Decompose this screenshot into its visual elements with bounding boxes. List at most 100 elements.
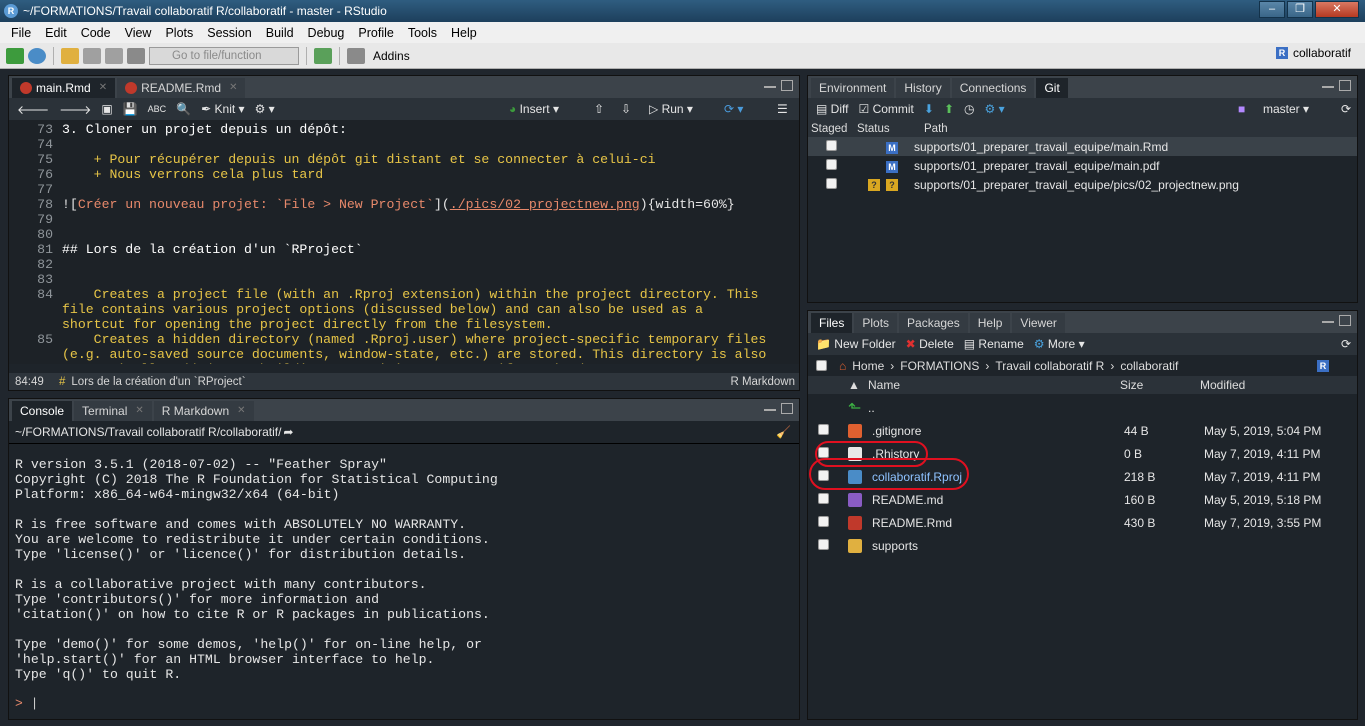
file-row[interactable]: .gitignore 44 B May 5, 2019, 5:04 PM bbox=[808, 419, 1357, 442]
close-button[interactable]: ✕ bbox=[1315, 1, 1359, 18]
more-gear-icon[interactable]: ⚙ ▾ bbox=[985, 102, 1005, 116]
maximize-pane-icon[interactable] bbox=[1339, 80, 1351, 91]
file-checkbox[interactable] bbox=[818, 515, 829, 527]
menu-build[interactable]: Build bbox=[259, 26, 301, 40]
maximize-button[interactable]: ❐ bbox=[1287, 1, 1313, 18]
new-folder-button[interactable]: 📁 New Folder bbox=[816, 337, 896, 351]
rerun-icon[interactable]: ⟳ ▾ bbox=[724, 102, 743, 116]
tab-main-rmd[interactable]: main.Rmd ✕ bbox=[12, 78, 116, 98]
tab-rmarkdown[interactable]: R Markdown ✕ bbox=[153, 401, 254, 421]
menu-debug[interactable]: Debug bbox=[301, 26, 352, 40]
tab-history[interactable]: History bbox=[896, 78, 950, 98]
save-icon[interactable]: 💾 bbox=[123, 102, 138, 116]
menu-tools[interactable]: Tools bbox=[401, 26, 444, 40]
menu-session[interactable]: Session bbox=[200, 26, 258, 40]
select-all-checkbox[interactable] bbox=[816, 360, 827, 371]
file-checkbox[interactable] bbox=[818, 538, 829, 550]
file-row[interactable]: README.md 160 B May 5, 2019, 5:18 PM bbox=[808, 488, 1357, 511]
outline-icon[interactable]: ☰ bbox=[777, 102, 788, 116]
tab-connections[interactable]: Connections bbox=[951, 78, 1035, 98]
maximize-pane-icon[interactable] bbox=[781, 80, 793, 91]
show-in-window-icon[interactable]: ▣ bbox=[101, 102, 112, 116]
addins-button[interactable]: Addins bbox=[373, 49, 410, 63]
branch-menu[interactable]: master ▾ bbox=[1263, 102, 1309, 116]
git-row[interactable]: M supports/01_preparer_travail_equipe/ma… bbox=[808, 137, 1357, 156]
tab-git[interactable]: Git bbox=[1036, 78, 1068, 98]
delete-button[interactable]: ✖ Delete bbox=[906, 337, 954, 351]
file-row[interactable]: supports bbox=[808, 534, 1357, 557]
rproj-icon[interactable]: R bbox=[1317, 359, 1329, 372]
minimize-pane-icon[interactable] bbox=[1322, 315, 1334, 323]
tab-viewer[interactable]: Viewer bbox=[1012, 313, 1065, 333]
close-tab-icon[interactable]: ✕ bbox=[135, 401, 143, 421]
code-editor[interactable]: 73 3. Cloner un projet depuis un dépôt: … bbox=[9, 120, 799, 364]
file-type-menu[interactable]: R Markdown bbox=[730, 376, 795, 388]
new-file-icon[interactable] bbox=[6, 47, 24, 64]
menu-edit[interactable]: Edit bbox=[38, 26, 74, 40]
settings-gear-icon[interactable]: ⚙ ▾ bbox=[255, 102, 275, 116]
col-name[interactable]: Name bbox=[864, 378, 1116, 392]
tab-files[interactable]: Files bbox=[811, 313, 853, 333]
breadcrumb-collaboratif[interactable]: collaboratif bbox=[1120, 359, 1178, 373]
save-all-icon[interactable] bbox=[105, 47, 123, 64]
file-row[interactable]: README.Rmd 430 B May 7, 2019, 3:55 PM bbox=[808, 511, 1357, 534]
rename-button[interactable]: ▤ Rename bbox=[964, 337, 1024, 351]
run-button[interactable]: ▷ Run ▾ bbox=[649, 102, 693, 116]
menu-code[interactable]: Code bbox=[74, 26, 118, 40]
spellcheck-icon[interactable]: ABC bbox=[148, 104, 167, 114]
knit-button[interactable]: ✒ Knit ▾ bbox=[201, 102, 244, 116]
file-checkbox[interactable] bbox=[818, 423, 829, 435]
file-name[interactable]: README.md bbox=[872, 493, 1124, 507]
minimize-pane-icon[interactable] bbox=[1322, 80, 1334, 88]
refresh-icon[interactable]: ⟳ bbox=[1341, 337, 1351, 351]
col-path[interactable]: Path bbox=[906, 123, 948, 135]
git-row[interactable]: ?? supports/01_preparer_travail_equipe/p… bbox=[808, 175, 1357, 194]
file-name[interactable]: .. bbox=[868, 401, 875, 415]
tab-packages[interactable]: Packages bbox=[899, 313, 968, 333]
diff-button[interactable]: ▤ Diff bbox=[816, 102, 848, 116]
minimize-pane-icon[interactable] bbox=[764, 403, 776, 411]
tab-help[interactable]: Help bbox=[969, 313, 1011, 333]
forward-arrow-icon[interactable]: 🡒 bbox=[59, 102, 91, 117]
file-name[interactable]: README.Rmd bbox=[872, 516, 1124, 530]
close-tab-icon[interactable]: ✕ bbox=[229, 78, 237, 98]
col-staged[interactable]: Staged bbox=[808, 123, 852, 135]
refresh-icon[interactable]: ⟳ bbox=[1341, 102, 1351, 116]
col-status[interactable]: Status bbox=[852, 123, 906, 135]
back-arrow-icon[interactable]: 🡐 bbox=[17, 102, 49, 117]
breadcrumb-formations[interactable]: FORMATIONS bbox=[900, 359, 979, 373]
find-icon[interactable]: 🔍 bbox=[176, 102, 191, 116]
more-button[interactable]: ⚙ More ▾ bbox=[1034, 337, 1085, 351]
home-icon[interactable]: ⌂ bbox=[839, 359, 846, 373]
commit-button[interactable]: ☑ Commit bbox=[858, 102, 913, 116]
menu-plots[interactable]: Plots bbox=[158, 26, 200, 40]
clear-console-icon[interactable]: 🧹 bbox=[776, 425, 791, 439]
go-to-directory-icon[interactable]: ➦ bbox=[283, 425, 293, 439]
stage-checkbox[interactable] bbox=[826, 158, 837, 170]
save-icon[interactable] bbox=[83, 47, 101, 64]
stage-checkbox[interactable] bbox=[826, 139, 837, 151]
close-tab-icon[interactable]: ✕ bbox=[237, 401, 245, 421]
console-prompt[interactable]: > | bbox=[15, 696, 38, 711]
git-row[interactable]: M supports/01_preparer_travail_equipe/ma… bbox=[808, 156, 1357, 175]
tab-console[interactable]: Console bbox=[12, 401, 73, 421]
breadcrumb-travail[interactable]: Travail collaboratif R bbox=[995, 359, 1104, 373]
maximize-pane-icon[interactable] bbox=[1339, 315, 1351, 326]
file-checkbox[interactable] bbox=[818, 492, 829, 504]
tab-plots[interactable]: Plots bbox=[854, 313, 898, 333]
section-jump[interactable]: Lors de la création d'un `RProject` bbox=[71, 376, 245, 388]
menu-help[interactable]: Help bbox=[444, 26, 484, 40]
git-icon[interactable] bbox=[314, 47, 332, 64]
menu-view[interactable]: View bbox=[118, 26, 159, 40]
tab-environment[interactable]: Environment bbox=[811, 78, 895, 98]
history-clock-icon[interactable]: ◷ bbox=[964, 102, 974, 116]
maximize-pane-icon[interactable] bbox=[781, 403, 793, 414]
file-name[interactable]: .gitignore bbox=[872, 424, 1124, 438]
close-tab-icon[interactable]: ✕ bbox=[99, 78, 107, 98]
pane-layout-icon[interactable] bbox=[347, 47, 365, 64]
breadcrumb-home[interactable]: Home bbox=[852, 359, 884, 373]
insert-button[interactable]: ◕ Insert ▾ bbox=[509, 102, 559, 116]
menu-file[interactable]: File bbox=[4, 26, 38, 40]
col-modified[interactable]: Modified bbox=[1196, 378, 1245, 392]
new-project-icon[interactable] bbox=[28, 47, 46, 64]
